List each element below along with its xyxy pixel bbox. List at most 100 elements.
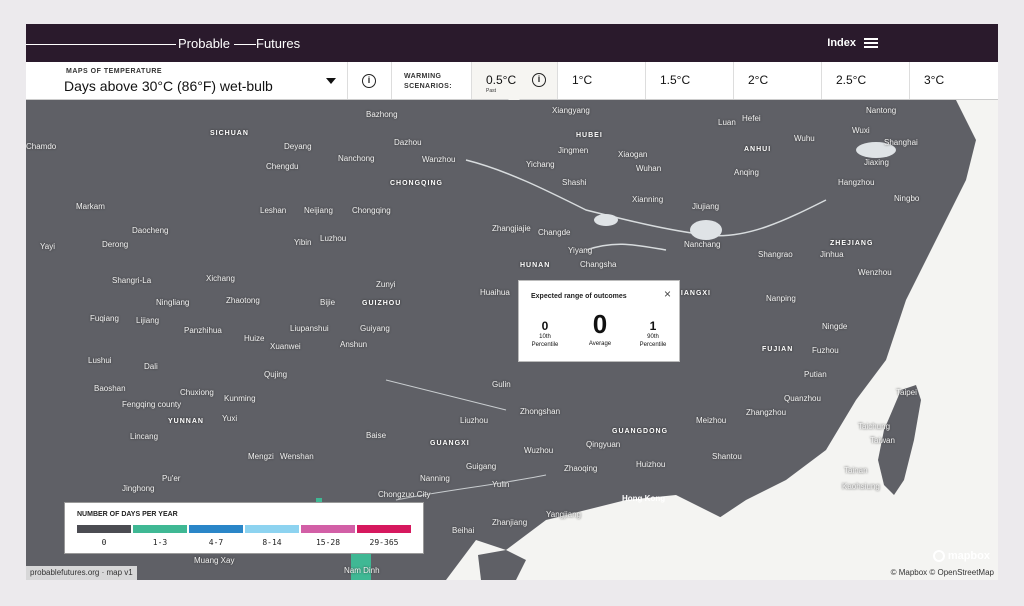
site-version-label: probablefutures.org · map v1: [26, 566, 137, 580]
province-label: CHONGQING: [390, 180, 443, 187]
legend-item: 1-3: [133, 525, 187, 547]
mapbox-logo[interactable]: mapbox: [932, 550, 990, 562]
city-label: Zunyi: [376, 280, 396, 289]
city-label: Kunming: [224, 394, 256, 403]
scenario-label: 2.5°C: [836, 73, 867, 87]
scenario-label: 0.5°C: [486, 73, 517, 87]
legend-label: 4-7: [208, 538, 224, 547]
city-label: Chuxiong: [180, 388, 214, 397]
map-category-label: MAPS OF TEMPERATURE: [66, 68, 163, 75]
city-label: Dazhou: [394, 138, 422, 147]
city-label: Zhangjiajie: [492, 224, 531, 233]
province-label: SICHUAN: [210, 130, 249, 137]
city-label: Jiaxing: [864, 158, 889, 167]
logo-text-probable: Probable: [178, 36, 231, 51]
city-label: Shashi: [562, 178, 587, 187]
city-label: Wanzhou: [422, 155, 456, 164]
city-label: Yangjiang: [546, 510, 581, 519]
legend-color-bar: [189, 525, 243, 533]
close-icon[interactable]: ×: [664, 288, 671, 300]
legend-label: 8-14: [262, 538, 282, 547]
city-label: Yulin: [492, 480, 510, 489]
city-label: Derong: [102, 240, 129, 249]
province-label: GUANGXI: [430, 440, 470, 447]
city-label: Chongqing: [352, 206, 391, 215]
city-label: Nam Dinh: [344, 566, 380, 575]
info-icon: i: [362, 74, 376, 88]
map-attribution[interactable]: © Mapbox © OpenStreetMap: [891, 568, 994, 577]
city-label: Putian: [804, 370, 827, 379]
percentile-10-stat: 0 10th Percentile: [527, 319, 563, 349]
legend-color-bar: [357, 525, 411, 533]
city-label: Gulin: [492, 380, 511, 389]
city-label: Xiangyang: [552, 106, 590, 115]
legend-item: 29-365: [357, 525, 411, 547]
scenario-1-5[interactable]: 1.5°C: [646, 62, 734, 99]
city-label: Xianning: [632, 195, 664, 204]
city-label: Nanchong: [338, 154, 375, 163]
average-stat: 0 Average: [579, 309, 621, 348]
app-frame: Probable Futures Index MAPS OF TEMPERATU…: [26, 24, 998, 580]
city-label: Chengdu: [266, 162, 299, 171]
scenario-2-5[interactable]: 2.5°C: [822, 62, 910, 99]
city-label: Wuzhou: [524, 446, 554, 455]
city-label: Changde: [538, 228, 571, 237]
legend-color-bar: [245, 525, 299, 533]
index-menu-button[interactable]: Index: [827, 37, 878, 49]
city-label: Baise: [366, 431, 387, 440]
city-label: Shantou: [712, 452, 742, 461]
city-label: Nanning: [420, 474, 450, 483]
legend-item: 8-14: [245, 525, 299, 547]
city-label: Zhaotong: [226, 296, 260, 305]
percentile-90-value: 1: [649, 319, 657, 333]
percentile-90-label-line2: Percentile: [639, 342, 667, 348]
province-label: HUNAN: [520, 262, 551, 269]
city-label: Yibin: [294, 238, 312, 247]
legend-swatches: 0 1-3 4-7 8-14 15-28 29-365: [77, 525, 411, 547]
legend-color-bar: [301, 525, 355, 533]
map-title: Days above 30°C (86°F) wet-bulb: [64, 78, 273, 94]
map-selector-dropdown[interactable]: MAPS OF TEMPERATURE Days above 30°C (86°…: [26, 62, 348, 99]
city-label: Bazhong: [366, 110, 398, 119]
city-label: Yuxi: [222, 414, 238, 423]
city-label: Shanghai: [884, 138, 918, 147]
city-label: Xuanwei: [270, 342, 301, 351]
city-label: Meizhou: [696, 416, 727, 425]
map-legend: NUMBER OF DAYS PER YEAR 0 1-3 4-7 8-14 1…: [64, 502, 424, 554]
logo-text-futures: Futures: [256, 36, 301, 51]
map-info-button[interactable]: i: [348, 62, 392, 99]
province-label: ZHEJIANG: [830, 240, 874, 247]
city-label: Chongzuo City: [378, 490, 431, 499]
legend-label: 1-3: [152, 538, 168, 547]
scenario-0-5[interactable]: 0.5°C Past i: [472, 62, 558, 105]
city-label: Leshan: [260, 206, 287, 215]
city-label: Lincang: [130, 432, 159, 441]
scenario-1[interactable]: 1°C: [558, 62, 646, 99]
city-label: Neijiang: [304, 206, 333, 215]
average-label: Average: [588, 341, 612, 347]
city-label: Jinghong: [122, 484, 155, 493]
city-label: Zhongshan: [520, 407, 561, 416]
city-label-hong-kong: Hong Kong: [622, 494, 666, 503]
legend-color-bar: [77, 525, 131, 533]
scenario-info-icon[interactable]: i: [532, 73, 546, 87]
mapbox-icon: [932, 550, 945, 562]
city-label: Kaohsiung: [842, 482, 880, 491]
index-label: Index: [827, 37, 856, 49]
logo-line-middle: [234, 44, 256, 45]
scenario-2[interactable]: 2°C: [734, 62, 822, 99]
probable-futures-logo[interactable]: Probable Futures: [26, 24, 326, 62]
city-label: Mengzi: [248, 452, 274, 461]
legend-label: 29-365: [369, 538, 399, 547]
legend-item: 15-28: [301, 525, 355, 547]
scenario-3[interactable]: 3°C: [910, 62, 998, 99]
city-label: Luzhou: [320, 234, 347, 243]
city-label: Jinhua: [820, 250, 844, 259]
legend-label: 15-28: [315, 538, 341, 547]
city-label: Yayi: [40, 242, 55, 251]
city-label: Fengqing county: [122, 400, 182, 409]
province-label: GUIZHOU: [362, 300, 402, 307]
warming-scenarios-label-cell: WARMING SCENARIOS:: [392, 62, 472, 99]
city-label: Panzhihua: [184, 326, 222, 335]
city-label: Liupanshui: [290, 324, 329, 333]
